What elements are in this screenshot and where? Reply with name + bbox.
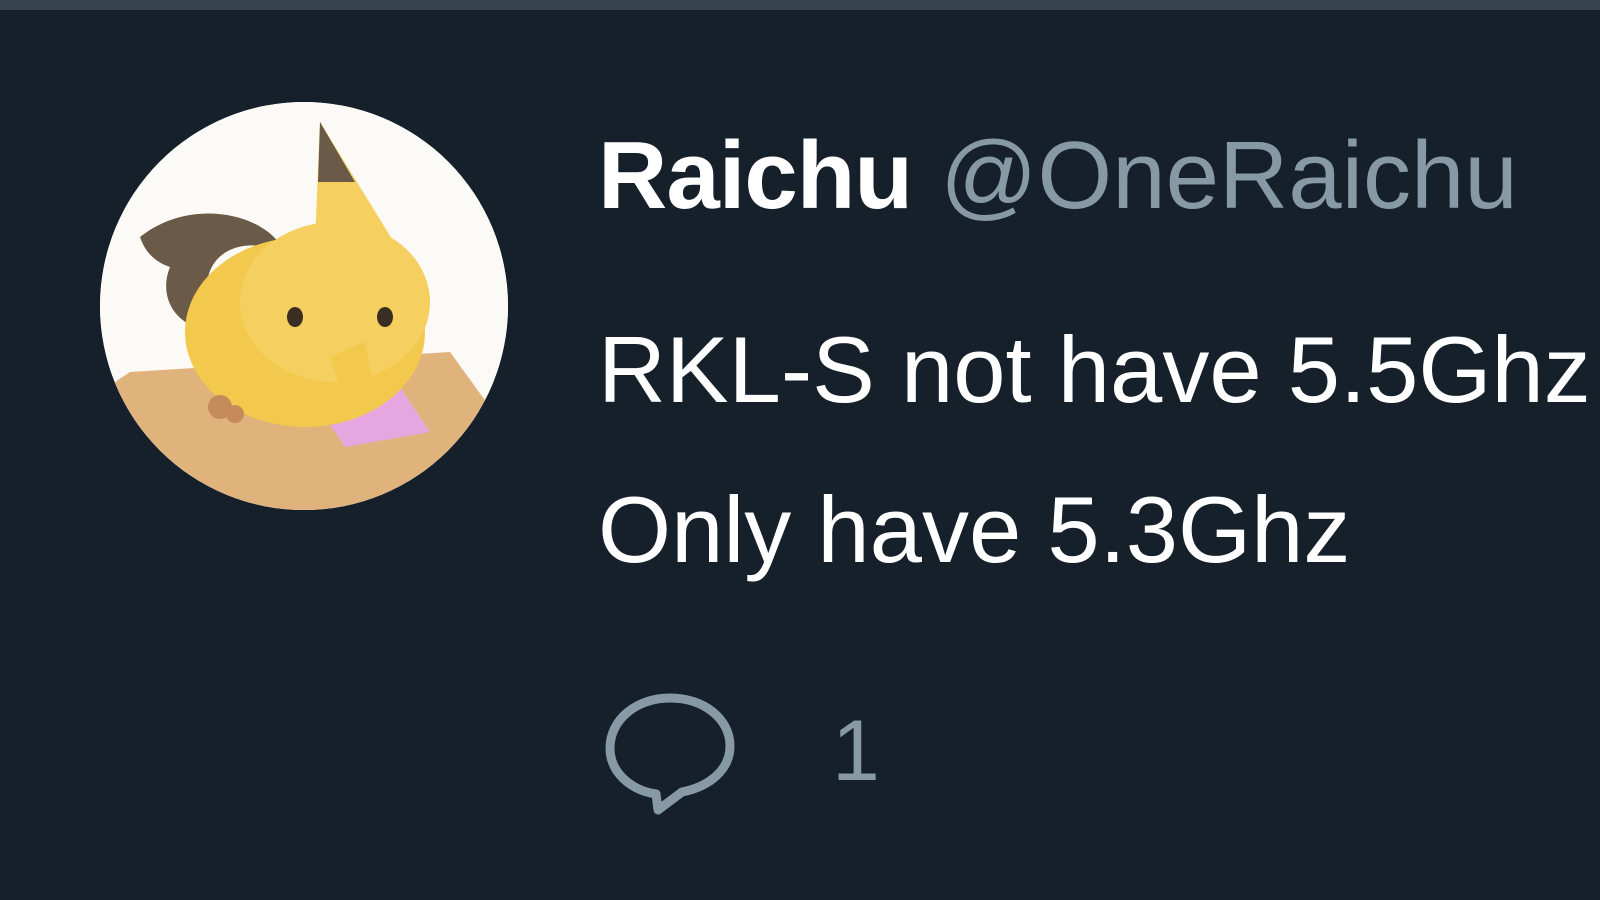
- tweet-actions: 1: [600, 686, 880, 816]
- reply-count: 1: [832, 703, 880, 799]
- tweet-text-line: RKL-S not have 5.5Ghz: [598, 317, 1591, 422]
- top-divider: [0, 0, 1600, 10]
- tweet[interactable]: Raichu @OneRaichu RKL-S not have 5.5Ghz On…: [0, 10, 1600, 900]
- tweet-text-line: Only have 5.3Ghz: [598, 477, 1351, 582]
- reply-button[interactable]: 1: [600, 686, 880, 816]
- tweet-text: RKL-S not have 5.5Ghz Only have 5.3Ghz: [598, 290, 1591, 610]
- tweet-header: Raichu @OneRaichu: [598, 128, 1518, 224]
- user-handle[interactable]: @OneRaichu: [940, 122, 1518, 229]
- avatar-raichu-image: [100, 102, 508, 510]
- avatar[interactable]: [100, 102, 508, 510]
- speech-bubble-icon: [605, 693, 735, 815]
- display-name[interactable]: Raichu: [598, 122, 913, 229]
